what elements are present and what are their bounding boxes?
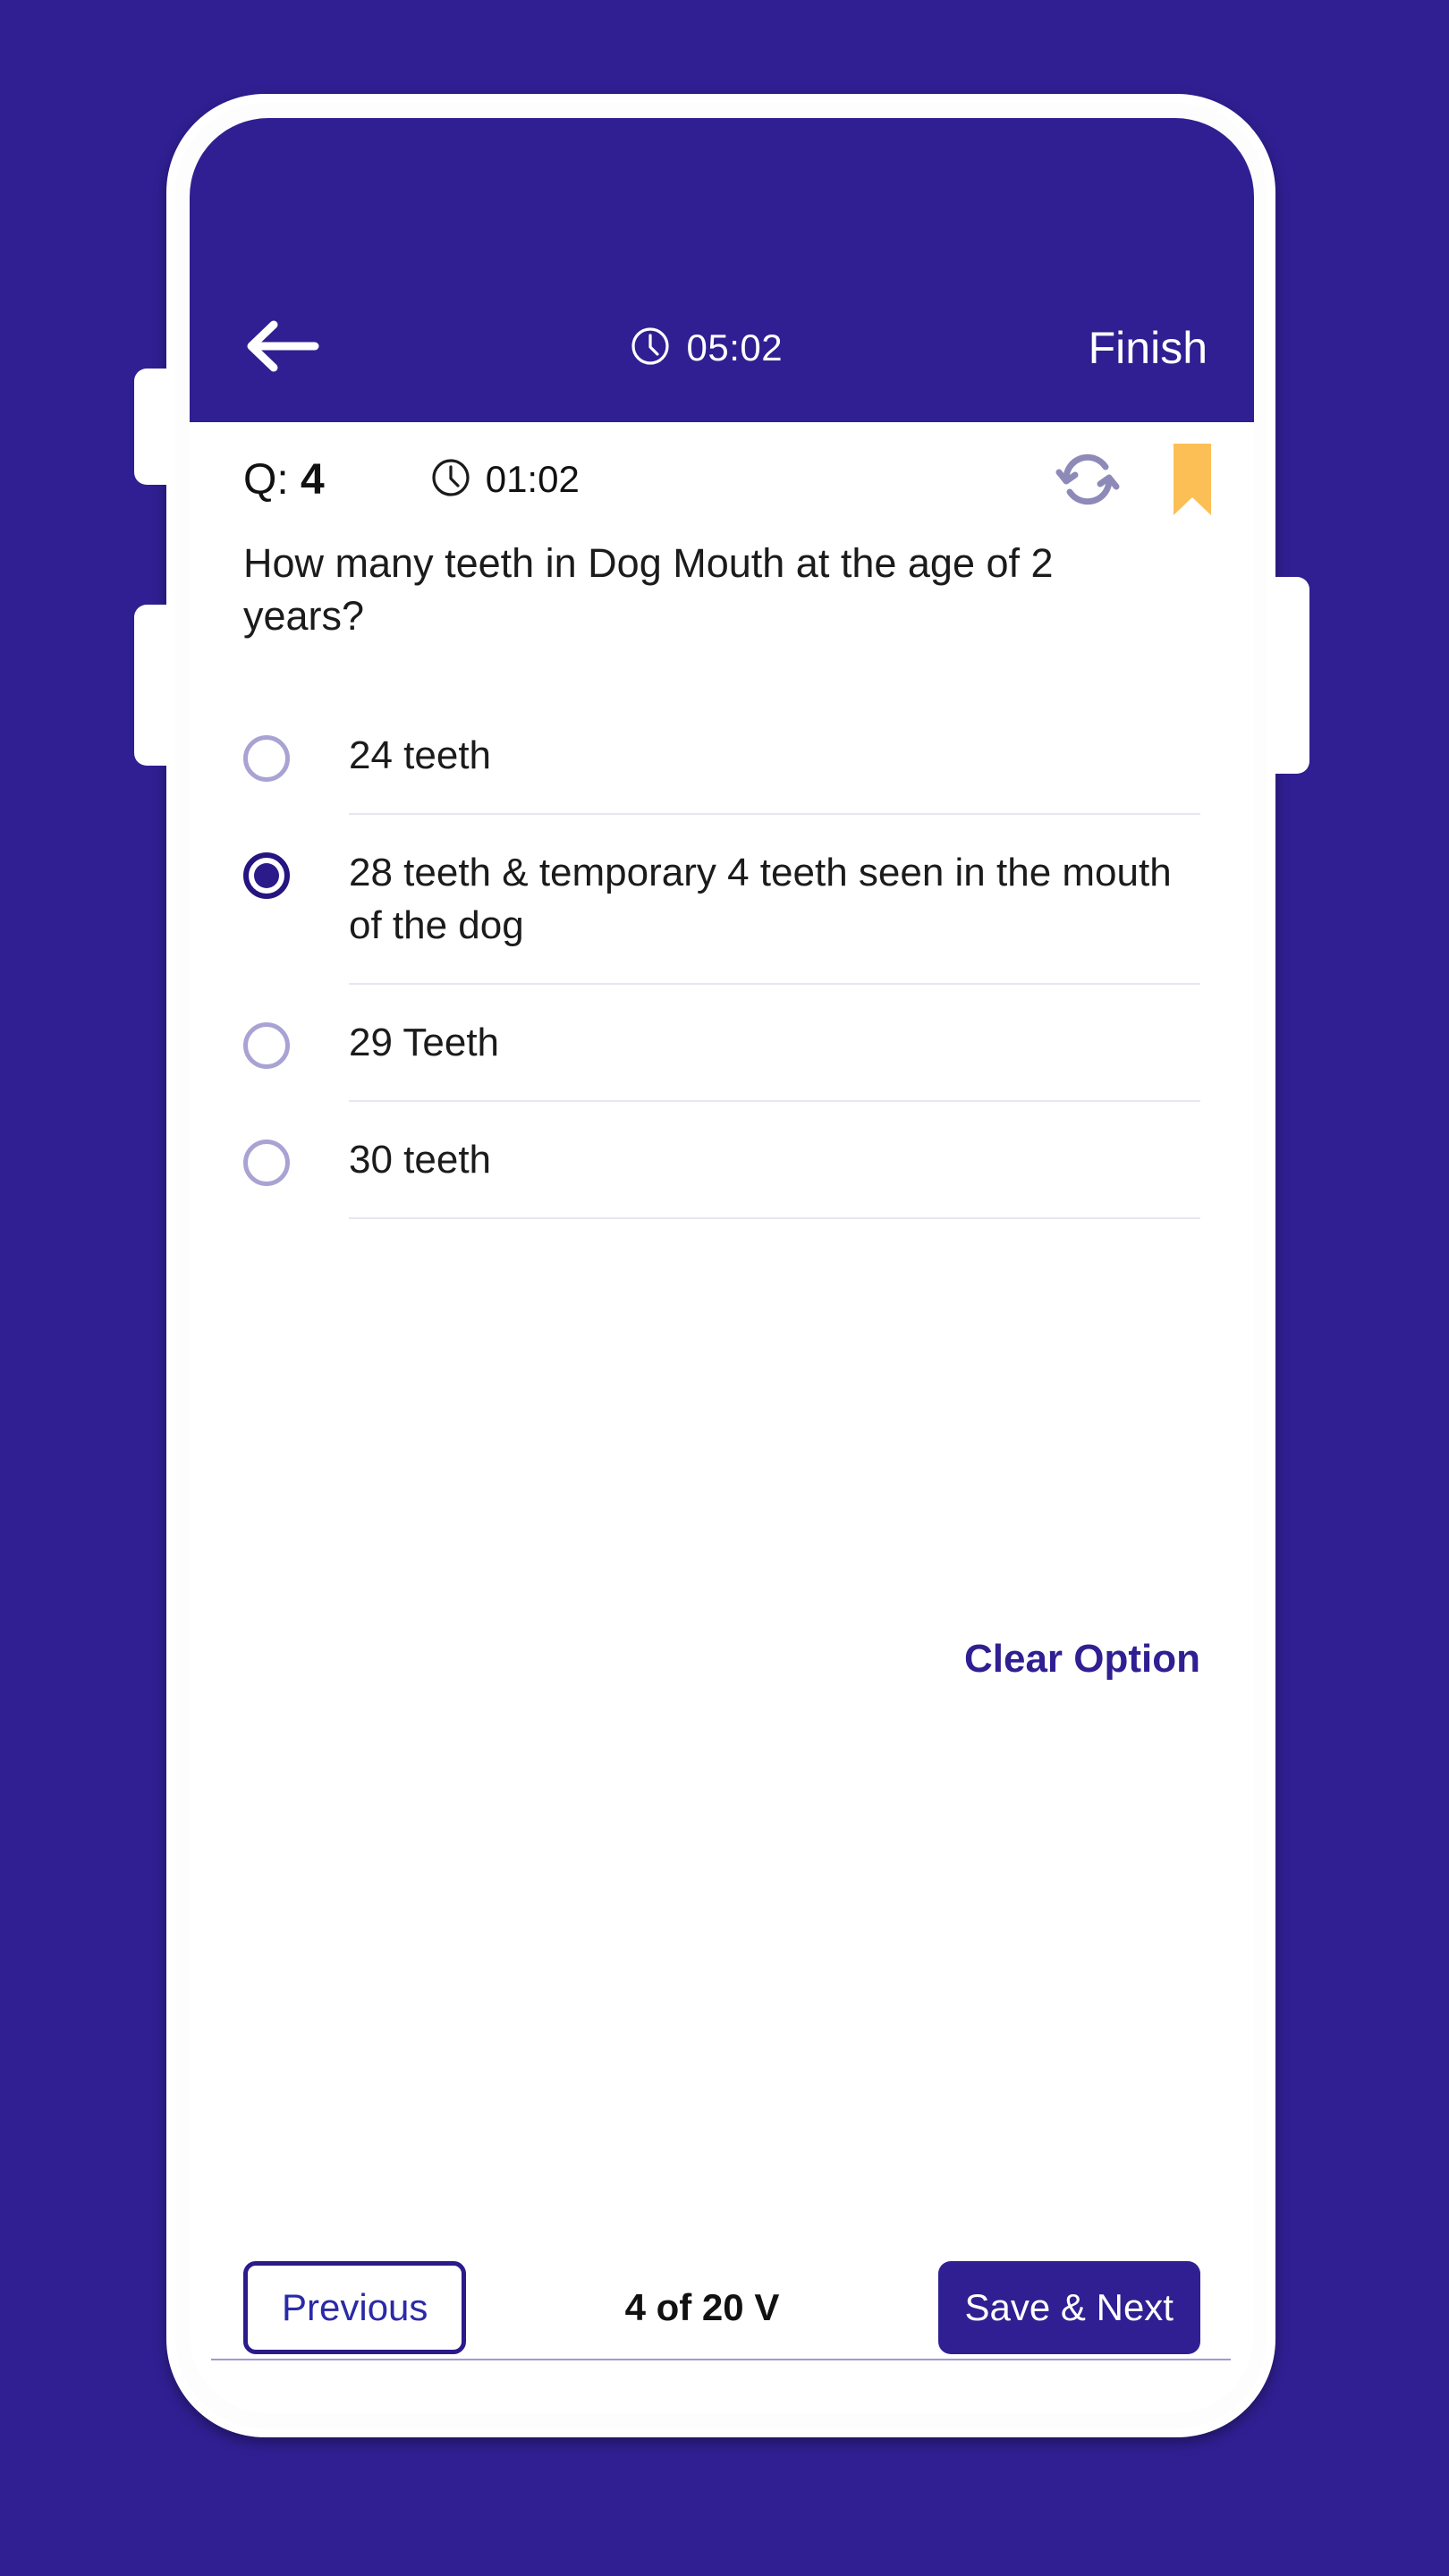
option-divider: [349, 1216, 1200, 1219]
phone-power-button[interactable]: [1275, 577, 1309, 774]
back-button[interactable]: [243, 308, 333, 388]
arrow-left-icon: [243, 318, 320, 378]
question-label: Q:: [243, 455, 289, 504]
save-next-button[interactable]: Save & Next: [937, 2261, 1200, 2354]
previous-button[interactable]: Previous: [243, 2261, 467, 2354]
header-timer-text: 05:02: [686, 326, 784, 369]
option-row[interactable]: 30 teeth: [243, 1102, 1200, 1219]
header-row: 05:02 Finish: [190, 308, 1254, 388]
option-row[interactable]: 29 Teeth: [243, 985, 1200, 1102]
question-progress: 4 of 20 V: [624, 2286, 780, 2328]
radio-button-unselected[interactable]: [243, 1021, 290, 1069]
question-number: Q: 4: [243, 455, 325, 504]
clear-option-row: Clear Option: [190, 1637, 1254, 1682]
question-timer-text: 01:02: [485, 458, 580, 500]
bookmark-icon[interactable]: [1172, 442, 1213, 517]
phone-volume-down-button[interactable]: [134, 605, 172, 766]
radio-button-unselected[interactable]: [243, 735, 290, 782]
refresh-icon[interactable]: [1054, 445, 1122, 513]
clock-icon: [630, 326, 671, 371]
clock-icon: [430, 457, 471, 503]
question-text: How many teeth in Dog Mouth at the age o…: [243, 540, 1054, 640]
clear-option-button[interactable]: Clear Option: [964, 1637, 1200, 1682]
option-row[interactable]: 24 teeth: [243, 698, 1200, 815]
option-row[interactable]: 28 teeth & temporary 4 teeth seen in the…: [243, 815, 1200, 985]
option-label: 28 teeth & temporary 4 teeth seen in the…: [349, 850, 1172, 947]
radio-button-unselected[interactable]: [243, 1139, 290, 1186]
question-index: 4: [301, 455, 325, 504]
phone-volume-up-button[interactable]: [134, 369, 172, 485]
option-label: 30 teeth: [349, 1137, 492, 1182]
app-header: 05:02 Finish: [190, 118, 1254, 422]
options-list: 24 teeth 28 teeth & temporary 4 teeth se…: [190, 698, 1254, 1219]
phone-bottom-accent-line: [211, 2359, 1231, 2360]
question-actions: [1054, 442, 1213, 517]
question-timer: 01:02: [430, 457, 1054, 503]
finish-button[interactable]: Finish: [1089, 322, 1208, 374]
option-label: 29 Teeth: [349, 1020, 500, 1064]
question-meta-row: Q: 4 01:02: [190, 422, 1254, 537]
footer-nav: Previous 4 of 20 V Save & Next: [190, 2218, 1254, 2397]
header-timer: 05:02: [324, 326, 1089, 371]
radio-button-selected[interactable]: [243, 852, 290, 899]
phone-screen: 05:02 Finish Q: 4 01:02 How many teeth i…: [190, 118, 1254, 2413]
option-label: 24 teeth: [349, 733, 492, 777]
